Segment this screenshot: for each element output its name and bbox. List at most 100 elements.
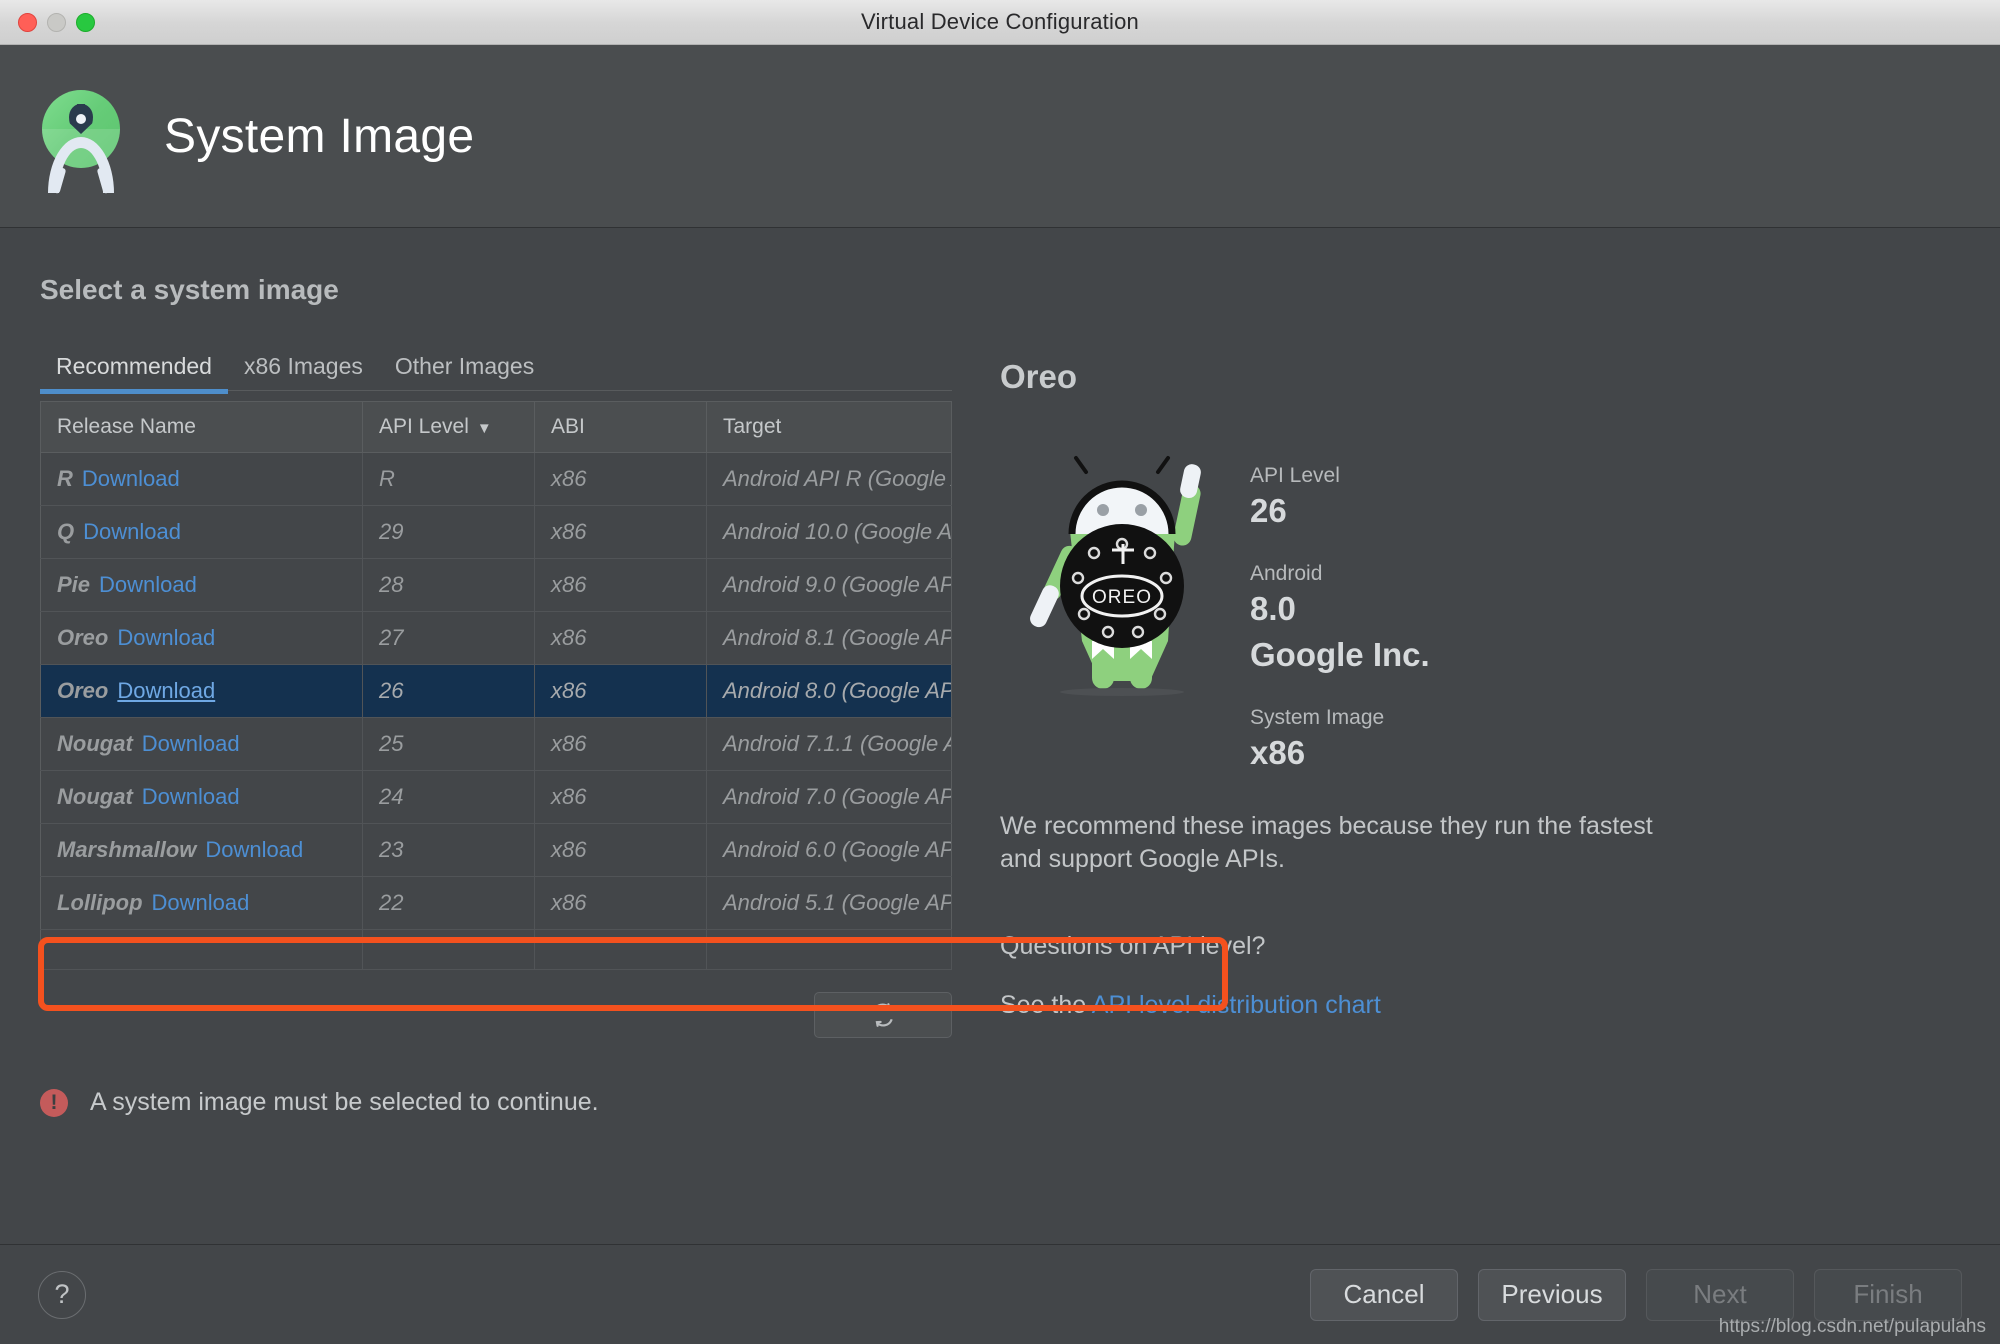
cell-empty xyxy=(40,929,363,970)
virtual-device-configuration-window: Virtual Device Configuration System Imag… xyxy=(0,0,2000,1344)
column-header-abi[interactable]: ABI xyxy=(534,401,707,453)
sort-desc-icon: ▼ xyxy=(476,420,492,437)
table-row[interactable]: Pie Download 28x86Android 9.0 (Google APIs… xyxy=(40,558,952,612)
svg-text:OREO: OREO xyxy=(1092,587,1152,608)
detail-description: We recommend these images because they r… xyxy=(1000,812,1653,873)
tab-other-images[interactable]: Other Images xyxy=(379,353,550,390)
cell-target: Android 9.0 (Google APIs) xyxy=(706,558,952,612)
cell-release-name: Pie Download xyxy=(40,558,363,612)
download-link[interactable]: Download xyxy=(82,466,180,491)
refresh-button[interactable] xyxy=(814,992,952,1038)
android-oreo-mascot-icon: OREO xyxy=(1000,426,1250,696)
cell-abi: x86 xyxy=(534,611,707,665)
detail-field-value: x86 xyxy=(1250,734,1306,771)
table-row[interactable]: Q Download 29x86Android 10.0 (Google APIs) xyxy=(40,505,952,559)
footer-button-group: Cancel Previous Next Finish xyxy=(1310,1268,1962,1321)
window-title: Virtual Device Configuration xyxy=(861,9,1139,34)
validation-error: ! A system image must be selected to con… xyxy=(40,1088,952,1117)
system-image-detail-panel: Oreo OREO API Level 26 Android 8.0 Googl… xyxy=(952,344,1960,1117)
android-studio-logo-icon xyxy=(40,81,122,195)
cell-api-level: 25 xyxy=(362,717,535,771)
detail-question: Questions on API level? xyxy=(1000,932,1266,960)
refresh-icon xyxy=(873,1003,893,1027)
download-link[interactable]: Download xyxy=(117,678,215,703)
cell-target: Android 7.0 (Google APIs) xyxy=(706,770,952,824)
page-title: System Image xyxy=(164,109,475,163)
release-name-label: Nougat xyxy=(57,784,133,809)
release-name-label: Nougat xyxy=(57,731,133,756)
tab-x86-images[interactable]: x86 Images xyxy=(228,353,379,390)
column-header-target[interactable]: Target xyxy=(706,401,952,453)
see-the-label: See the xyxy=(1000,991,1087,1019)
previous-button[interactable]: Previous xyxy=(1478,1268,1626,1321)
dialog-footer: ? Cancel Previous Next Finish https://blog.… xyxy=(0,1244,2000,1344)
download-link[interactable]: Download xyxy=(142,784,240,809)
cell-target: Android 10.0 (Google APIs) xyxy=(706,505,952,559)
section-title: Select a system image xyxy=(40,274,339,305)
cell-abi: x86 xyxy=(534,558,707,612)
cell-api-level: 29 xyxy=(362,505,535,559)
detail-main: OREO API Level 26 Android 8.0 Google Inc… xyxy=(1000,426,1960,804)
column-header-label: API Level xyxy=(379,415,469,438)
table-row[interactable]: Nougat Download 25 x86 Android 7.1.1 (Google… xyxy=(40,717,952,771)
cell-abi: x86 xyxy=(534,717,707,771)
download-link[interactable]: Download xyxy=(83,519,181,544)
detail-fields: API Level 26 Android 8.0 Google Inc. System I… xyxy=(1250,426,1430,804)
cell-target: Android 6.0 (Google APIs) xyxy=(706,823,952,877)
cell-empty xyxy=(534,929,707,970)
detail-field-label: Android xyxy=(1250,562,1323,585)
release-name-label: R xyxy=(57,466,73,491)
help-button[interactable]: ? xyxy=(38,1270,86,1319)
cell-release-name: Q Download xyxy=(40,505,363,559)
detail-field-value: 8.0 xyxy=(1250,590,1296,627)
release-name-label: Oreo xyxy=(57,625,109,650)
download-link[interactable]: Download xyxy=(152,890,250,915)
cell-target: Android 8.0 (Google APIs) xyxy=(706,664,952,718)
detail-title: Oreo xyxy=(1000,358,1078,395)
cell-target: Android 5.1 (Google APIs) xyxy=(706,876,952,930)
table-row[interactable]: Oreo Download 26x86Android 8.0 (Google API… xyxy=(40,664,952,718)
cell-release-name: R Download xyxy=(40,452,363,506)
cell-target: Android 8.1 (Google APIs) xyxy=(706,611,952,665)
refresh-row xyxy=(40,992,952,1038)
release-name-label: Pie xyxy=(57,572,91,597)
download-link[interactable]: Download xyxy=(142,731,240,756)
download-link[interactable]: Download xyxy=(117,625,215,650)
window-titlebar: Virtual Device Configuration xyxy=(0,0,2000,45)
cell-release-name: Oreo Download xyxy=(40,611,363,665)
cell-abi: x86 xyxy=(534,823,707,877)
cell-release-name: Marshmallow Download xyxy=(40,823,363,877)
cell-empty xyxy=(362,929,535,970)
system-image-table[interactable]: Release Name API Level ▼ ABI Target R Do… xyxy=(40,401,952,970)
table-row[interactable]: Marshmallow Download 23 x86 Android 6.0 (Goo… xyxy=(40,823,952,877)
cell-api-level: 26 xyxy=(362,664,535,718)
download-link[interactable]: Download xyxy=(99,572,197,597)
cell-api-level: 24 xyxy=(362,770,535,824)
table-header-row: Release Name API Level ▼ ABI Target xyxy=(40,401,952,453)
tab-recommended[interactable]: Recommended xyxy=(40,353,228,394)
table-row[interactable]: Oreo Download 27x86Android 8.1 (Google API… xyxy=(40,611,952,665)
page-header: System Image xyxy=(0,45,2000,228)
column-header-release-name[interactable]: Release Name xyxy=(40,401,363,453)
table-row[interactable]: Lollipop Download 22 x86 Android 5.1 (Google… xyxy=(40,876,952,930)
image-source-tabs: Recommended x86 Images Other Images xyxy=(40,344,952,394)
table-row[interactable]: Nougat Download 24 x86 Android 7.0 (Google A… xyxy=(40,770,952,824)
cancel-button[interactable]: Cancel xyxy=(1310,1268,1458,1321)
cell-api-level: 27 xyxy=(362,611,535,665)
column-header-api-level[interactable]: API Level ▼ xyxy=(362,401,535,453)
api-level-distribution-chart-link[interactable]: API level distribution chart xyxy=(1092,991,1381,1019)
cell-release-name: Oreo Download xyxy=(40,664,363,718)
column-header-label: Target xyxy=(723,415,782,438)
cell-abi: x86 xyxy=(534,876,707,930)
detail-link-row: See the API level distribution chart xyxy=(1000,991,1960,1020)
watermark: https://blog.csdn.net/pulapulahs xyxy=(1718,1316,1986,1337)
cell-abi: x86 xyxy=(534,505,707,559)
release-name-label: Oreo xyxy=(57,678,109,703)
next-button: Next xyxy=(1646,1268,1794,1321)
cell-abi: x86 xyxy=(534,664,707,718)
detail-field-value: 26 xyxy=(1250,492,1287,529)
error-message: A system image must be selected to conti… xyxy=(90,1088,599,1116)
download-link[interactable]: Download xyxy=(205,837,303,862)
table-row[interactable]: R Download Rx86Android API R (Google APIs) xyxy=(40,452,952,506)
detail-field-label: System Image xyxy=(1250,706,1385,729)
